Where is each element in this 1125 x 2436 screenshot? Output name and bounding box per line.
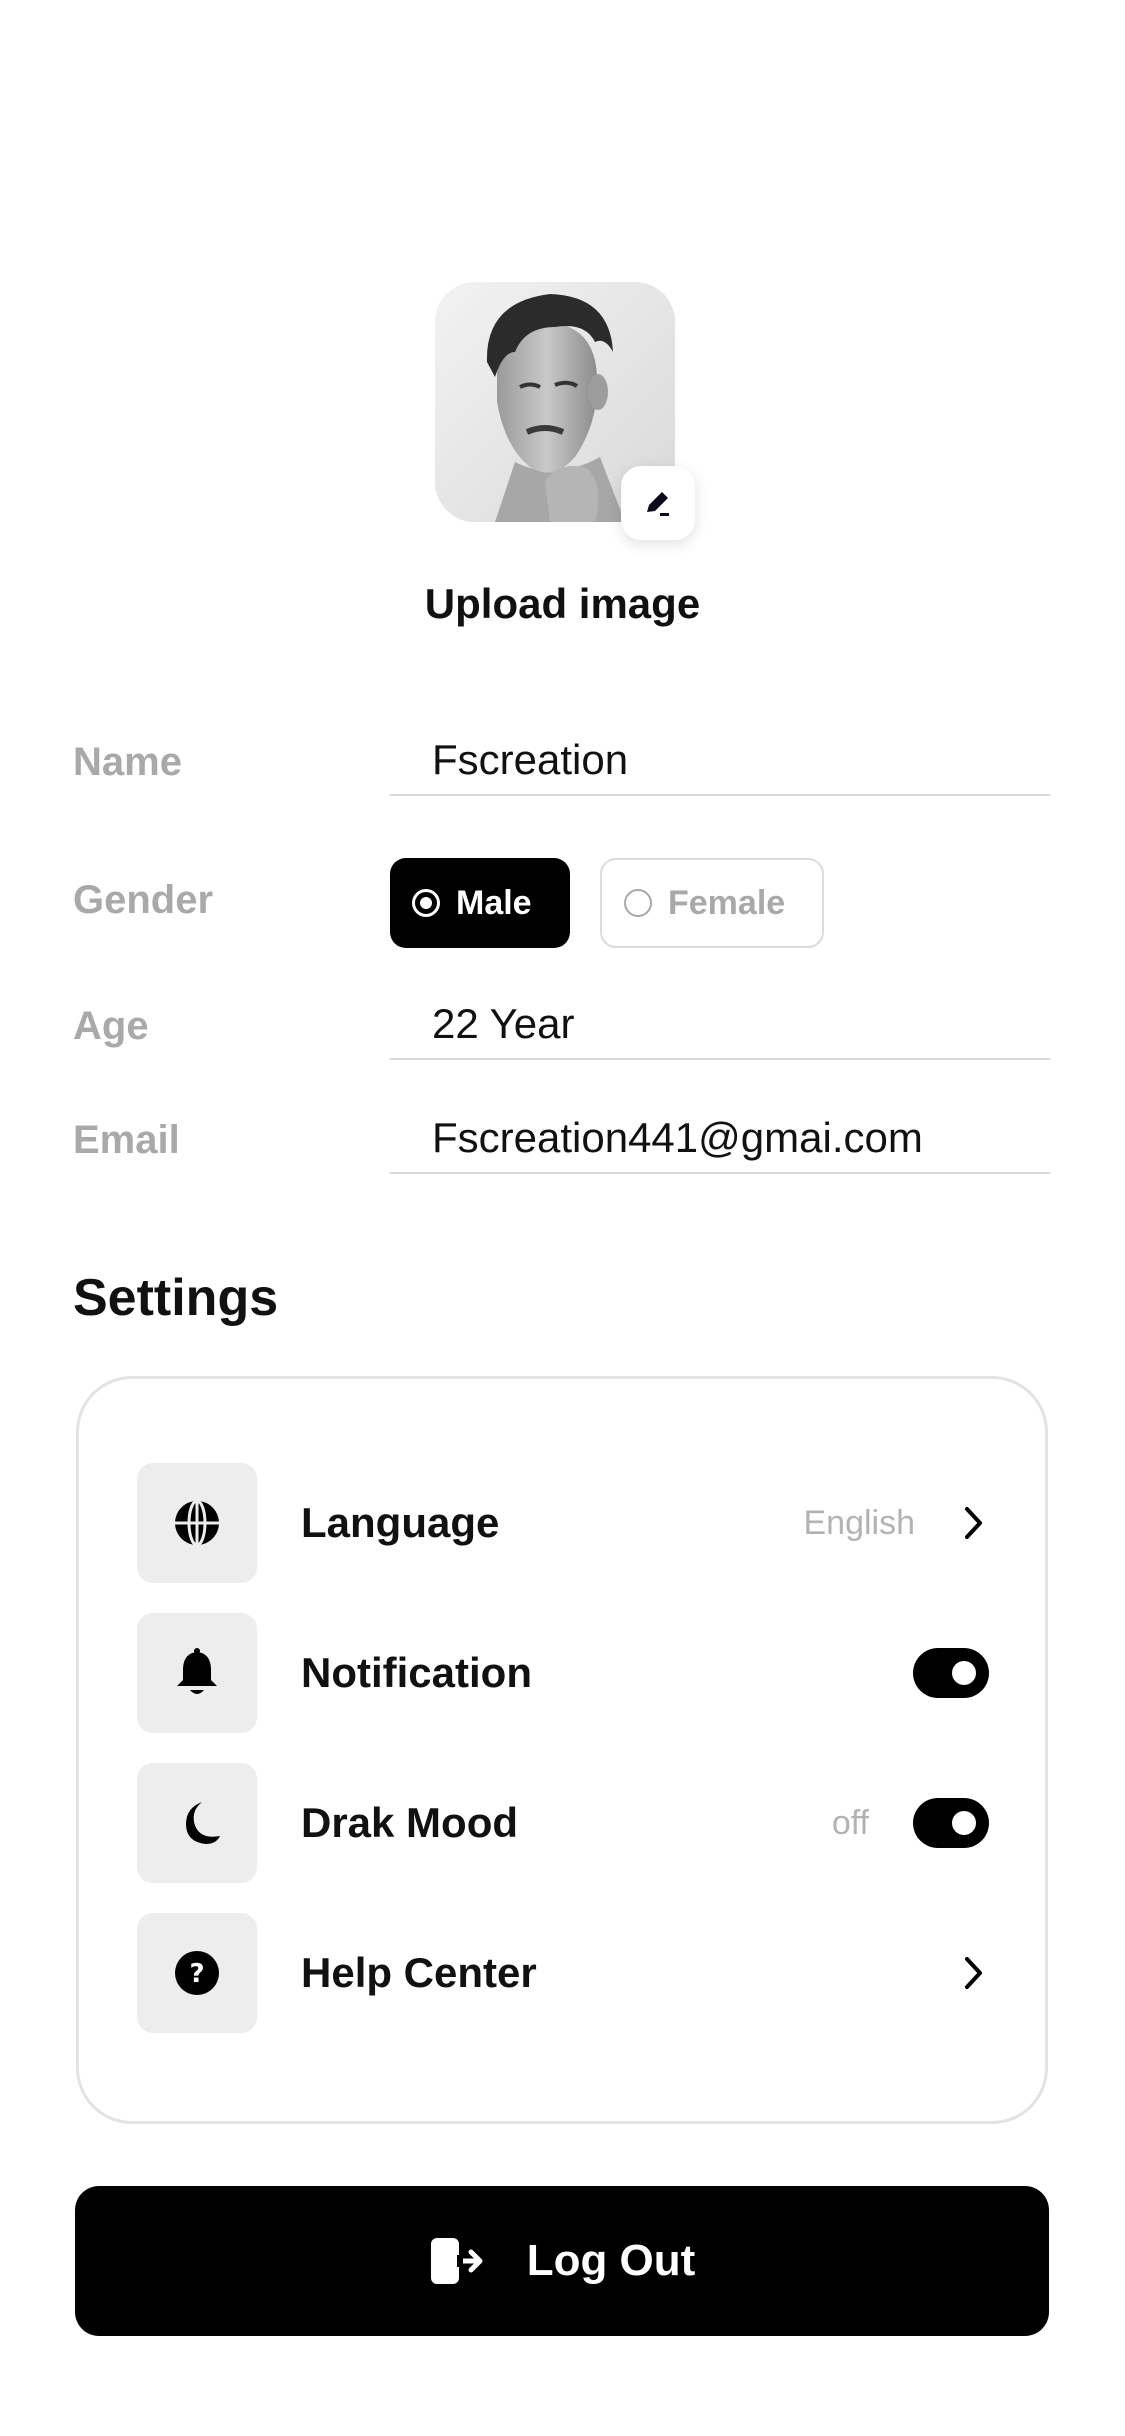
setting-dark-mode-value: off: [831, 1803, 869, 1842]
edit-avatar-button[interactable]: [621, 466, 695, 540]
logout-icon: [429, 2236, 485, 2286]
setting-notification[interactable]: Notification: [137, 1613, 989, 1733]
age-label: Age: [73, 1004, 149, 1048]
gender-female-label: Female: [668, 883, 786, 922]
radio-unselected-icon: [624, 889, 652, 917]
logout-label: Log Out: [526, 2236, 696, 2285]
gender-male-label: Male: [456, 883, 532, 922]
settings-title: Settings: [73, 1269, 279, 1327]
setting-help-center[interactable]: ? Help Center: [137, 1913, 989, 2033]
svg-text:?: ?: [189, 1959, 204, 1989]
help-icon: ?: [137, 1913, 257, 2033]
avatar-container: [435, 282, 695, 540]
setting-help-center-label: Help Center: [301, 1949, 537, 1996]
chevron-right-icon: [959, 1953, 989, 1993]
radio-selected-icon: [412, 889, 440, 917]
logout-button[interactable]: Log Out: [75, 2186, 1049, 2336]
dark-mode-toggle[interactable]: [913, 1798, 989, 1848]
gender-female-option[interactable]: Female: [600, 858, 824, 948]
setting-language[interactable]: Language English: [137, 1463, 989, 1583]
setting-dark-mode-label: Drak Mood: [301, 1799, 519, 1846]
notification-toggle[interactable]: [913, 1648, 989, 1698]
setting-notification-label: Notification: [301, 1649, 532, 1696]
setting-dark-mode[interactable]: Drak Mood off: [137, 1763, 989, 1883]
globe-icon: [137, 1463, 257, 1583]
setting-language-value: English: [803, 1503, 915, 1542]
email-field[interactable]: Fscreation441@gmai.com: [390, 1114, 1050, 1174]
chevron-right-icon: [959, 1503, 989, 1543]
gender-label: Gender: [73, 878, 214, 922]
gender-male-option[interactable]: Male: [390, 858, 570, 948]
age-field[interactable]: 22 Year: [390, 1000, 1050, 1060]
upload-image-label[interactable]: Upload image: [0, 580, 1125, 628]
name-field[interactable]: Fscreation: [390, 736, 1050, 796]
moon-icon: [137, 1763, 257, 1883]
settings-card: Language English Notification Drak Mood …: [76, 1376, 1048, 2124]
name-label: Name: [73, 740, 182, 784]
bell-icon: [137, 1613, 257, 1733]
pencil-icon: [647, 492, 669, 516]
email-label: Email: [73, 1118, 180, 1162]
profile-screen: Upload image Name Fscreation Gender Male…: [0, 0, 1125, 2436]
setting-language-label: Language: [301, 1499, 500, 1546]
